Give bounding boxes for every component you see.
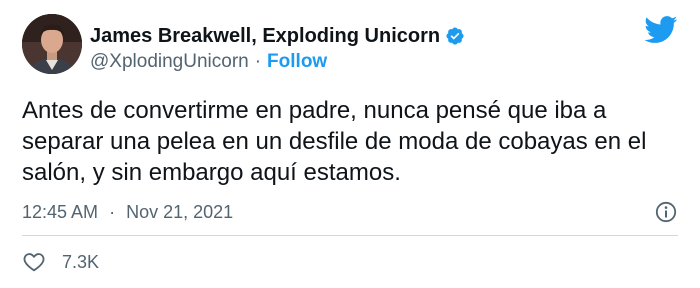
tweet-card: James Breakwell, Exploding Unicorn @Xplo… <box>0 0 700 288</box>
like-action[interactable]: 7.3K <box>22 249 99 275</box>
follow-button[interactable]: Follow <box>267 51 327 72</box>
author-handle-row: @XplodingUnicorn · Follow <box>90 50 327 74</box>
author-display-name[interactable]: James Breakwell, Exploding Unicorn <box>90 25 440 48</box>
heart-icon[interactable] <box>22 250 46 274</box>
verified-badge-icon <box>445 26 465 46</box>
tweet-time: 12:45 AM <box>22 202 99 222</box>
author-name-row: James Breakwell, Exploding Unicorn <box>90 23 465 49</box>
handle-separator: · <box>254 51 262 72</box>
tweet-text: Antes de convertirme en padre, nunca pen… <box>22 97 647 186</box>
avatar[interactable] <box>22 14 82 74</box>
tweet-timestamp[interactable]: 12:45 AM · Nov 21, 2021 <box>22 198 233 226</box>
like-count: 7.3K <box>62 251 100 272</box>
twitter-bird-icon[interactable] <box>644 16 678 44</box>
info-icon[interactable] <box>654 200 678 224</box>
author-handle[interactable]: @XplodingUnicorn <box>90 51 249 72</box>
avatar-image <box>22 14 82 74</box>
timestamp-separator: · <box>109 202 116 222</box>
divider <box>22 235 678 236</box>
tweet-date: Nov 21, 2021 <box>126 202 234 222</box>
